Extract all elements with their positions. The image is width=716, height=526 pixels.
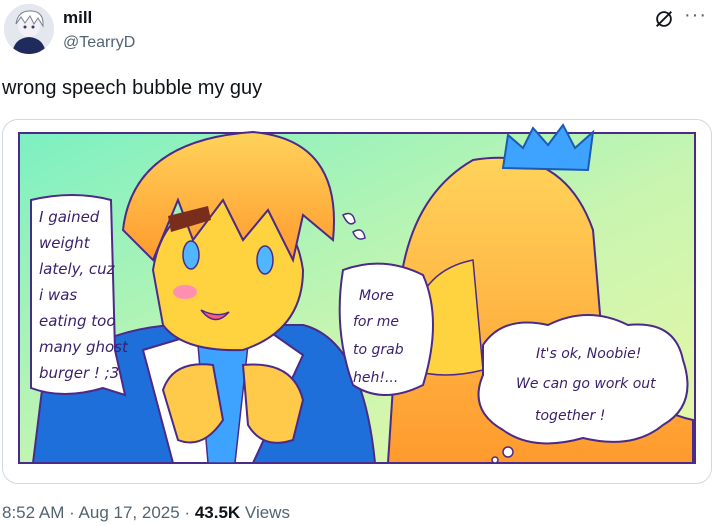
tweet-time[interactable]: 8:52 AM	[2, 503, 64, 522]
svg-text:More: More	[359, 288, 394, 304]
svg-text:to grab: to grab	[353, 342, 404, 358]
svg-text:i was: i was	[39, 286, 77, 304]
avatar[interactable]	[4, 4, 54, 54]
meta-separator: ·	[64, 503, 79, 522]
svg-text:together !: together !	[535, 408, 605, 424]
author-handle[interactable]: @TearryD	[63, 34, 135, 52]
tweet-text: wrong speech bubble my guy	[2, 77, 263, 99]
comic-image: I gained weight lately, cuz i was eating…	[18, 123, 696, 464]
svg-text:eating too: eating too	[39, 312, 116, 330]
tweet-media[interactable]: I gained weight lately, cuz i was eating…	[2, 119, 712, 484]
svg-text:weight: weight	[39, 234, 91, 252]
svg-text:burger ! ;3: burger ! ;3	[39, 364, 119, 382]
meta-separator: ·	[179, 503, 195, 522]
svg-text:heh!...: heh!...	[353, 370, 398, 386]
views-count: 43.5K	[194, 503, 241, 522]
tweet-meta: 8:52 AM · Aug 17, 2025 · 43.5K Views	[2, 503, 290, 523]
avatar-image	[4, 4, 54, 54]
grok-icon[interactable]	[653, 8, 675, 30]
svg-text:I gained: I gained	[39, 208, 100, 226]
svg-text:many ghost: many ghost	[39, 338, 129, 356]
svg-text:It's ok, Noobie!: It's ok, Noobie!	[536, 346, 641, 362]
svg-text:for me: for me	[353, 314, 399, 330]
more-icon[interactable]: ···	[684, 4, 707, 27]
svg-text:lately, cuz: lately, cuz	[39, 260, 116, 278]
views-label: Views	[240, 503, 290, 522]
svg-text:We can go work out: We can go work out	[516, 376, 656, 392]
author-name[interactable]: mill	[63, 8, 92, 28]
tweet-date[interactable]: Aug 17, 2025	[79, 503, 180, 522]
